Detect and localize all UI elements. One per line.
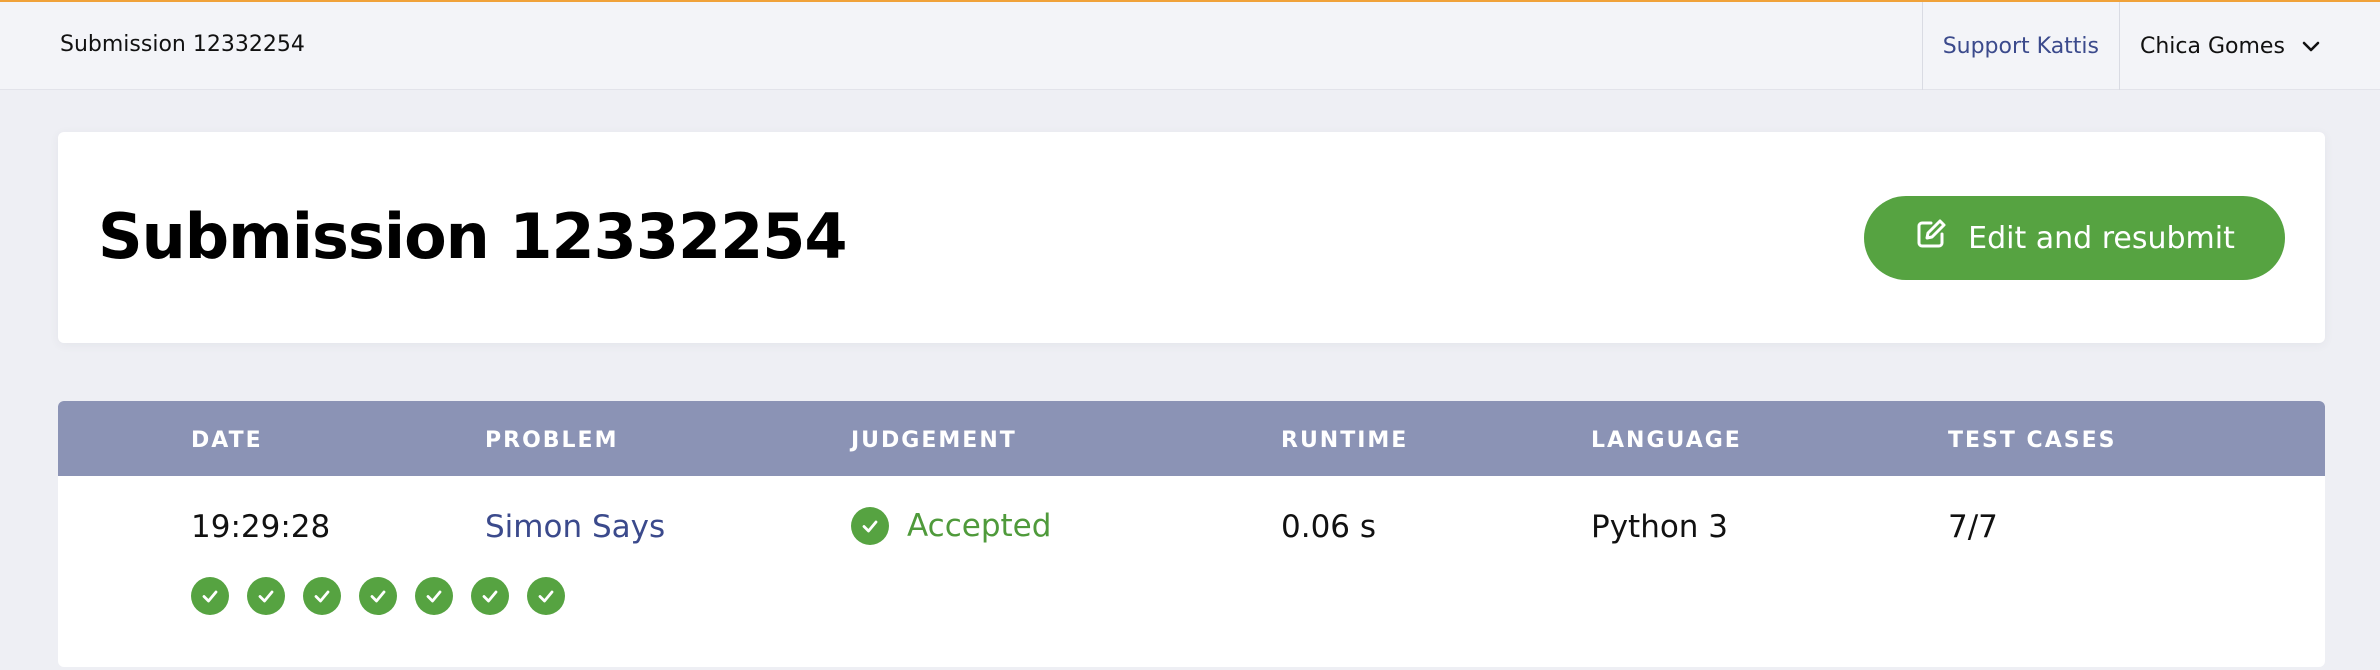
submission-table: DATE PROBLEM JUDGEMENT RUNTIME LANGUAGE … [58,401,2325,667]
test-case-check-icon[interactable] [247,577,285,615]
topbar-actions: Support Kattis Chica Gomes [1921,2,2380,90]
cell-judgement: Accepted [851,507,1051,545]
edit-icon [1914,217,1968,259]
chevron-down-icon [2299,34,2323,58]
test-case-check-icon[interactable] [527,577,565,615]
user-menu[interactable]: Chica Gomes [2119,2,2380,90]
table-header: DATE PROBLEM JUDGEMENT RUNTIME LANGUAGE … [58,401,2325,476]
submission-header-card: Submission 12332254 Edit and resubmit [58,132,2325,343]
cell-problem-link[interactable]: Simon Says [485,509,665,545]
column-header-judgement: JUDGEMENT [851,428,1017,453]
support-kattis-link[interactable]: Support Kattis [1921,2,2119,90]
column-header-runtime: RUNTIME [1281,428,1409,453]
cell-language: Python 3 [1591,509,1729,545]
edit-and-resubmit-button[interactable]: Edit and resubmit [1864,196,2285,280]
cell-test-cases: 7/7 [1948,509,1998,545]
page-title: Submission 12332254 [98,200,848,273]
test-case-check-icon[interactable] [303,577,341,615]
check-circle-icon [851,507,889,545]
column-header-problem: PROBLEM [485,428,619,453]
test-case-results [191,577,583,615]
cell-runtime: 0.06 s [1281,509,1377,545]
breadcrumb[interactable]: Submission 12332254 [60,32,305,57]
test-case-check-icon[interactable] [471,577,509,615]
cell-date: 19:29:28 [191,509,331,545]
user-name: Chica Gomes [2140,33,2285,59]
test-case-check-icon[interactable] [191,577,229,615]
column-header-test-cases: TEST CASES [1948,428,2117,453]
judgement-status: Accepted [907,508,1052,544]
column-header-language: LANGUAGE [1591,428,1742,453]
top-bar: Submission 12332254 Support Kattis Chica… [0,0,2380,90]
test-case-check-icon[interactable] [359,577,397,615]
column-header-date: DATE [191,428,263,453]
resubmit-label: Edit and resubmit [1968,220,2235,256]
test-case-check-icon[interactable] [415,577,453,615]
